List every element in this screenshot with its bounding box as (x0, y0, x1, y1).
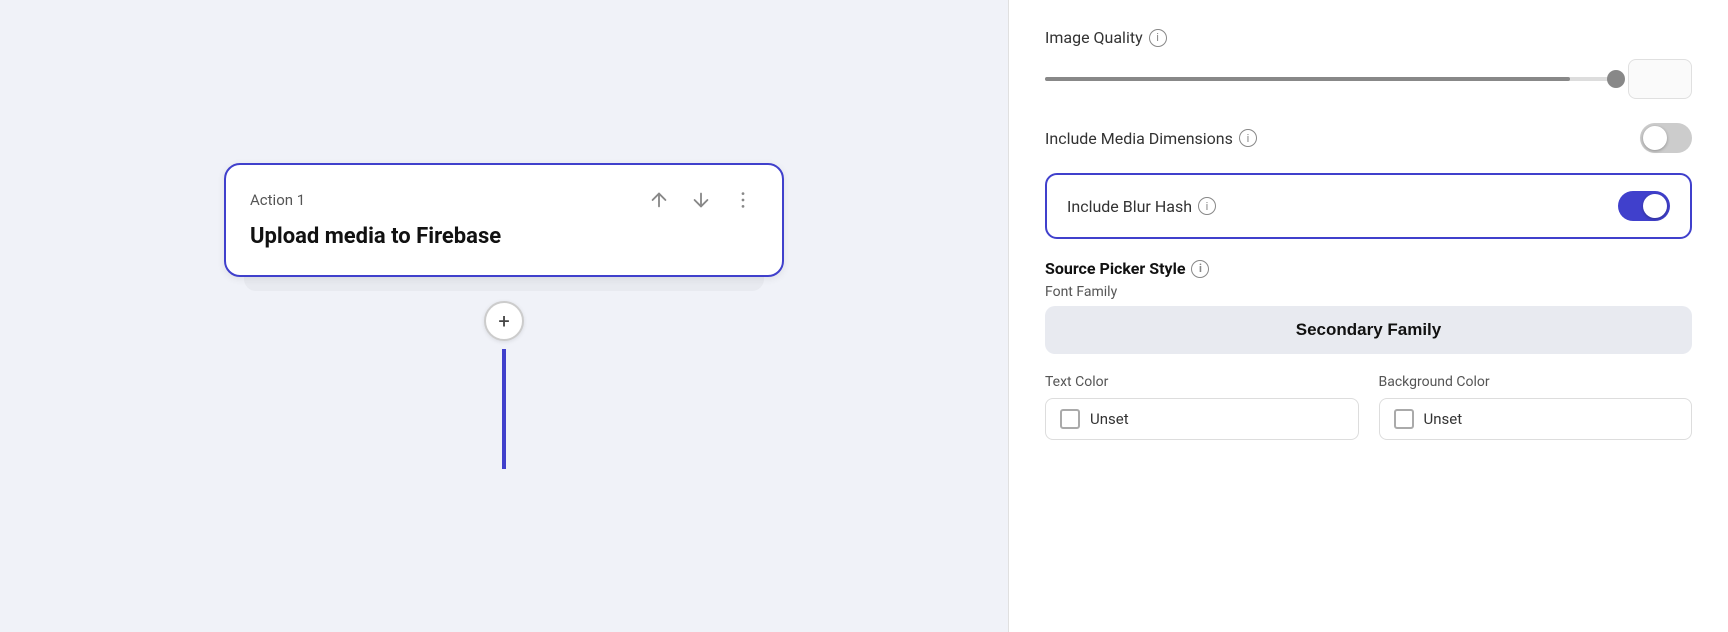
background-color-checkbox[interactable] (1394, 409, 1414, 429)
include-media-dimensions-info-icon[interactable]: i (1239, 129, 1257, 147)
action-card: Action 1 (224, 163, 784, 278)
image-quality-slider-row (1045, 59, 1692, 99)
include-media-dimensions-label: Include Media Dimensions i (1045, 129, 1257, 148)
connector-area: + (484, 291, 524, 469)
text-color-col: Text Color Unset (1045, 374, 1359, 440)
move-up-button[interactable] (644, 185, 674, 215)
add-node-button[interactable]: + (484, 301, 524, 341)
image-quality-label: Image Quality i (1045, 28, 1167, 47)
include-blur-hash-label: Include Blur Hash i (1067, 197, 1216, 216)
background-color-value: Unset (1424, 410, 1463, 428)
font-family-button[interactable]: Secondary Family (1045, 306, 1692, 354)
color-section: Text Color Unset Background Color Unset (1045, 374, 1692, 440)
card-title: Upload media to Firebase (250, 223, 758, 252)
card-shadow (244, 277, 764, 291)
more-options-button[interactable] (728, 185, 758, 215)
background-color-label: Background Color (1379, 374, 1693, 390)
font-family-label: Font Family (1045, 284, 1692, 300)
card-actions (644, 185, 758, 215)
text-color-value: Unset (1090, 410, 1129, 428)
right-panel: Image Quality i Include Media Dimensions… (1008, 0, 1728, 632)
canvas-area: Action 1 (0, 0, 1008, 632)
action-label: Action 1 (250, 191, 305, 209)
text-color-selector[interactable]: Unset (1045, 398, 1359, 440)
card-header: Action 1 (250, 185, 758, 215)
toggle-knob (1643, 126, 1667, 150)
text-color-checkbox[interactable] (1060, 409, 1080, 429)
source-picker-style-info-icon[interactable]: i (1191, 260, 1209, 278)
source-picker-style-label: Source Picker Style i (1045, 259, 1209, 278)
include-blur-hash-info-icon[interactable]: i (1198, 197, 1216, 215)
slider-thumb (1607, 70, 1625, 88)
image-quality-slider[interactable] (1045, 77, 1616, 81)
plus-icon: + (498, 309, 509, 333)
source-picker-style-section: Source Picker Style i (1045, 259, 1692, 278)
canvas-inner: Action 1 (224, 163, 784, 470)
slider-fill (1045, 77, 1570, 81)
include-blur-hash-toggle[interactable] (1618, 191, 1670, 221)
include-media-dimensions-row: Include Media Dimensions i (1045, 123, 1692, 153)
background-color-col: Background Color Unset (1379, 374, 1693, 440)
include-blur-hash-row: Include Blur Hash i (1045, 173, 1692, 239)
text-color-label: Text Color (1045, 374, 1359, 390)
move-down-button[interactable] (686, 185, 716, 215)
image-quality-info-icon[interactable]: i (1149, 29, 1167, 47)
image-quality-section: Image Quality i (1045, 28, 1692, 47)
background-color-selector[interactable]: Unset (1379, 398, 1693, 440)
include-media-dimensions-toggle[interactable] (1640, 123, 1692, 153)
vertical-connector (502, 349, 506, 469)
blur-hash-toggle-knob (1643, 194, 1667, 218)
image-quality-value-box[interactable] (1628, 59, 1692, 99)
